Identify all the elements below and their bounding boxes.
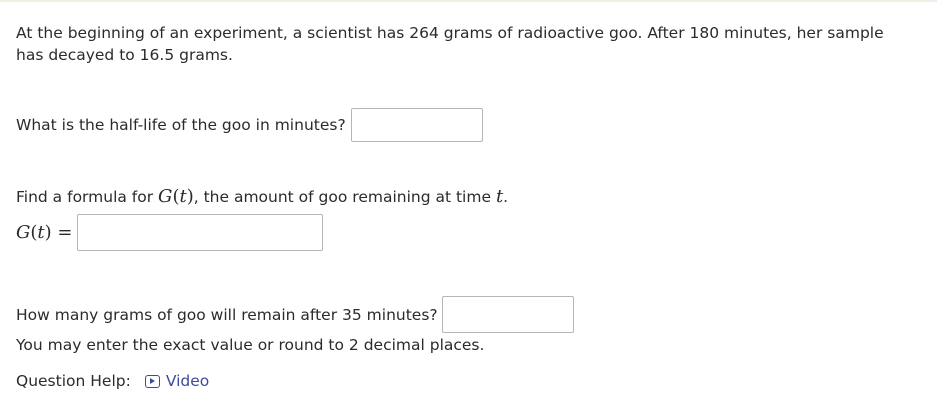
remaining-input[interactable] (441, 296, 574, 333)
video-help-link[interactable]: Video (144, 372, 210, 390)
formula-lhs-func: G (16, 222, 31, 243)
remaining-question: How many grams of goo will remain after … (16, 296, 574, 333)
half-life-input[interactable] (350, 108, 483, 142)
rounding-note: You may enter the exact value or round t… (16, 336, 485, 354)
formula-prompt-func: G (158, 186, 173, 207)
formula-lhs-var: t (37, 222, 45, 243)
top-divider (0, 0, 937, 2)
formula-prompt: Find a formula for G(t), the amount of g… (16, 186, 508, 207)
formula-lhs-paren-close: ) (44, 222, 52, 243)
formula-prompt-paren-close: ) (186, 186, 194, 207)
formula-prompt-text-start: Find a formula for (16, 188, 159, 206)
formula-input[interactable] (76, 214, 323, 251)
question-help-label: Question Help: (16, 372, 131, 390)
formula-question: G(t) = (16, 214, 323, 251)
half-life-label: What is the half-life of the goo in minu… (16, 116, 346, 134)
formula-prompt-text-middle: , the amount of goo remaining at time (193, 188, 496, 206)
formula-prompt-text-end: . (503, 188, 509, 206)
formula-lhs-equals: = (51, 222, 73, 243)
play-icon (144, 374, 160, 388)
formula-prompt-var: t (179, 186, 187, 207)
video-link-label: Video (165, 372, 210, 390)
question-help: Question Help: Video (16, 372, 209, 390)
half-life-question: What is the half-life of the goo in minu… (16, 108, 483, 142)
problem-statement: At the beginning of an experiment, a sci… (16, 24, 884, 64)
formula-lhs: G(t) = (16, 222, 73, 243)
remaining-label: How many grams of goo will remain after … (16, 305, 438, 324)
